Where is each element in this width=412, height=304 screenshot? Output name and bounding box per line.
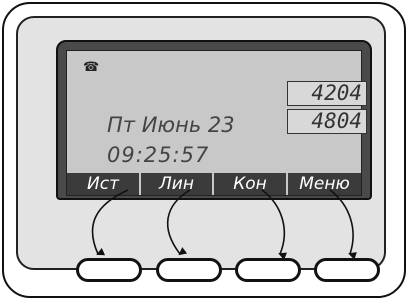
hardware-softkey-button-2[interactable] bbox=[156, 258, 222, 282]
hardware-softkey-button-1[interactable] bbox=[76, 258, 142, 282]
arrow-1 bbox=[91, 189, 129, 256]
arrow-2 bbox=[166, 189, 191, 256]
hardware-softkey-button-4[interactable] bbox=[314, 258, 380, 282]
arrow-4 bbox=[329, 189, 357, 260]
hardware-softkey-button-3[interactable] bbox=[235, 258, 301, 282]
arrow-3 bbox=[261, 189, 288, 260]
